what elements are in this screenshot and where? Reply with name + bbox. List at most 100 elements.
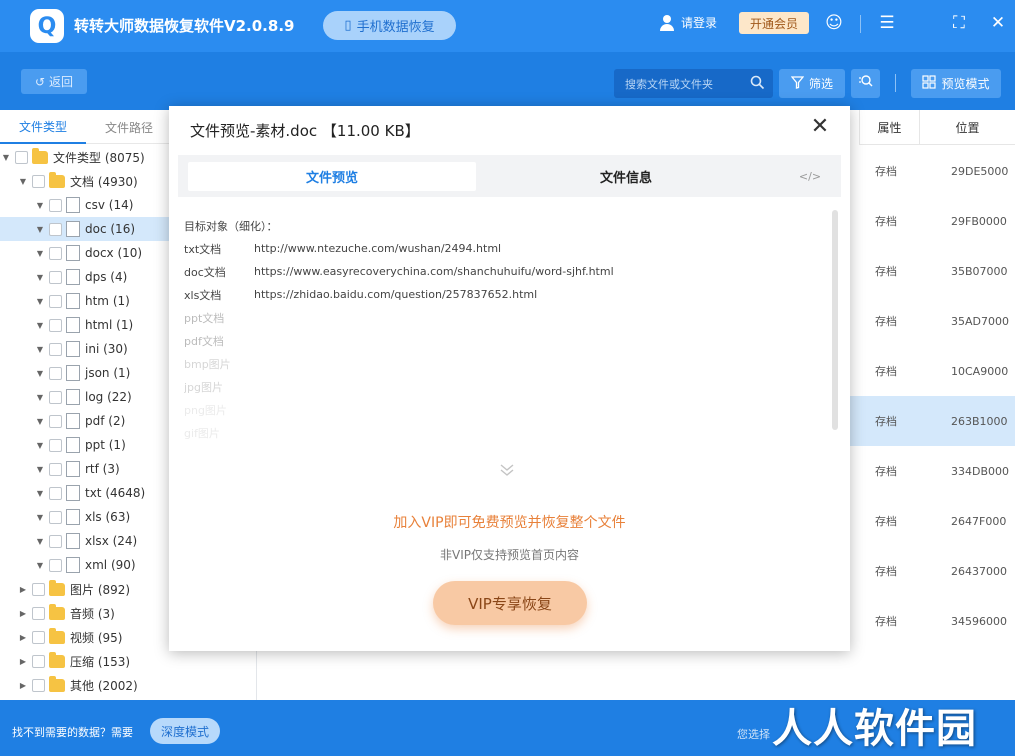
folder-checkbox[interactable] bbox=[32, 606, 45, 620]
folder-checkbox[interactable] bbox=[32, 582, 45, 596]
chevron-down-icon[interactable]: ▼ bbox=[34, 465, 46, 474]
chevron-down-icon[interactable]: ▼ bbox=[34, 273, 46, 282]
chevron-down-icon[interactable]: ▼ bbox=[34, 225, 46, 234]
deep-mode-button[interactable]: 深度模式 bbox=[150, 718, 220, 744]
root-checkbox[interactable] bbox=[15, 150, 28, 164]
folder-checkbox[interactable] bbox=[32, 654, 45, 668]
item-checkbox[interactable] bbox=[49, 510, 62, 524]
chevron-down-icon[interactable]: ▼ bbox=[34, 441, 46, 450]
chevron-down-icon[interactable]: ▼ bbox=[0, 153, 12, 162]
chevron-down-icon[interactable]: ▼ bbox=[34, 249, 46, 258]
chevron-right-icon[interactable]: ▶ bbox=[17, 633, 29, 642]
preview-line: jpg图片 bbox=[184, 375, 824, 398]
dialog-tabs: 文件预览 文件信息 </> bbox=[178, 155, 841, 197]
preview-scrollbar[interactable] bbox=[832, 210, 838, 430]
search-input[interactable]: 搜索文件或文件夹 bbox=[614, 69, 773, 98]
preview-line-key: doc文档 bbox=[184, 265, 226, 279]
tree-node-label: 文档 (4930) bbox=[70, 174, 138, 189]
tree-node-label: pdf (2) bbox=[85, 414, 126, 428]
chevron-right-icon[interactable]: ▶ bbox=[17, 681, 29, 690]
column-header-attr[interactable]: 属性 bbox=[859, 110, 919, 145]
column-header-position[interactable]: 位置 bbox=[919, 110, 1015, 145]
tree-node-label: 压缩 (153) bbox=[70, 654, 131, 669]
chevron-down-icon[interactable]: ▼ bbox=[34, 297, 46, 306]
xls-file-icon bbox=[66, 509, 80, 525]
item-checkbox[interactable] bbox=[49, 462, 62, 476]
folder-checkbox[interactable] bbox=[32, 678, 45, 692]
open-vip-button[interactable]: 开通会员 bbox=[739, 12, 809, 34]
maximize-icon[interactable]: ⛶ bbox=[948, 12, 970, 34]
chevron-right-icon[interactable]: ▶ bbox=[17, 585, 29, 594]
position-cell: 26437000 bbox=[951, 564, 1007, 578]
app-logo-icon: Q bbox=[30, 9, 64, 43]
tab-file-type[interactable]: 文件类型 bbox=[0, 110, 86, 144]
login-button[interactable]: 请登录 bbox=[659, 14, 717, 31]
item-checkbox[interactable] bbox=[49, 486, 62, 500]
tab-code-view[interactable]: </> bbox=[790, 162, 830, 191]
chevron-down-icon[interactable]: ▼ bbox=[34, 345, 46, 354]
chevron-down-icon[interactable]: ▼ bbox=[34, 321, 46, 330]
advanced-search-icon bbox=[858, 74, 873, 93]
chevron-down-icon[interactable]: ▼ bbox=[34, 417, 46, 426]
tree-node-folder[interactable]: ▶ 其他 (2002) bbox=[0, 673, 257, 697]
csv-file-icon bbox=[66, 197, 80, 213]
back-button[interactable]: ↺ 返回 bbox=[21, 69, 87, 94]
chevron-down-icon[interactable]: ▼ bbox=[34, 201, 46, 210]
item-checkbox[interactable] bbox=[49, 246, 62, 260]
docs-checkbox[interactable] bbox=[32, 174, 45, 188]
item-checkbox[interactable] bbox=[49, 534, 62, 548]
chevron-down-icon[interactable]: ▼ bbox=[34, 369, 46, 378]
preview-line: pdf文档 bbox=[184, 329, 824, 352]
folder-checkbox[interactable] bbox=[32, 630, 45, 644]
item-checkbox[interactable] bbox=[49, 222, 62, 236]
close-icon[interactable]: ✕ bbox=[987, 12, 1009, 34]
menu-icon[interactable]: ☰ bbox=[876, 12, 898, 34]
dialog-title: 文件预览-素材.doc 【11.00 KB】 bbox=[190, 122, 420, 140]
watermark-text: 人人软件园 bbox=[772, 706, 977, 752]
tree-node-label: ppt (1) bbox=[85, 438, 126, 452]
chevron-right-icon[interactable]: ▶ bbox=[17, 609, 29, 618]
advanced-search-button[interactable] bbox=[851, 69, 880, 98]
chevron-down-icon[interactable]: ▼ bbox=[34, 513, 46, 522]
filter-button[interactable]: 筛选 bbox=[779, 69, 845, 98]
item-checkbox[interactable] bbox=[49, 294, 62, 308]
close-icon[interactable]: ✕ bbox=[809, 116, 831, 138]
item-checkbox[interactable] bbox=[49, 342, 62, 356]
tree-node-folder[interactable]: ▶ 压缩 (153) bbox=[0, 649, 257, 673]
preview-line-url: http://www.ntezuche.com/wushan/2494.html bbox=[254, 242, 502, 255]
item-checkbox[interactable] bbox=[49, 198, 62, 212]
tree-node-label: txt (4648) bbox=[85, 486, 146, 500]
attr-cell: 存档 bbox=[875, 265, 897, 278]
preview-line-key: pdf文档 bbox=[184, 334, 224, 348]
item-checkbox[interactable] bbox=[49, 270, 62, 284]
tab-file-path[interactable]: 文件路径 bbox=[86, 110, 172, 144]
chevron-down-icon[interactable]: ▼ bbox=[34, 393, 46, 402]
item-checkbox[interactable] bbox=[49, 414, 62, 428]
chevron-down-icon[interactable]: ▼ bbox=[34, 561, 46, 570]
tree-node-label: dps (4) bbox=[85, 270, 128, 284]
preview-mode-button[interactable]: 预览模式 bbox=[911, 69, 1001, 98]
folder-icon bbox=[49, 627, 65, 644]
item-checkbox[interactable] bbox=[49, 558, 62, 572]
nonvip-message: 非VIP仅支持预览首页内容 bbox=[440, 548, 579, 562]
item-checkbox[interactable] bbox=[49, 318, 62, 332]
chevron-down-icon[interactable]: ▼ bbox=[17, 177, 29, 186]
mobile-recovery-button[interactable]: ▯ 手机数据恢复 bbox=[323, 11, 456, 40]
preview-line: xls文档 https://zhidao.baidu.com/question/2… bbox=[184, 283, 824, 306]
chevron-down-icon[interactable]: ▼ bbox=[34, 537, 46, 546]
tab-file-preview[interactable]: 文件预览 bbox=[188, 162, 476, 191]
folder-icon bbox=[49, 651, 65, 668]
search-icon[interactable] bbox=[750, 75, 765, 93]
docx-file-icon bbox=[66, 245, 80, 261]
support-icon[interactable]: ☺ bbox=[823, 12, 845, 34]
tree-node-label: html (1) bbox=[85, 318, 134, 332]
chevron-right-icon[interactable]: ▶ bbox=[17, 657, 29, 666]
item-checkbox[interactable] bbox=[49, 366, 62, 380]
tree-node-label: log (22) bbox=[85, 390, 132, 404]
vip-recover-button[interactable]: VIP专享恢复 bbox=[433, 581, 587, 625]
chevron-down-icon[interactable]: ▼ bbox=[34, 489, 46, 498]
item-checkbox[interactable] bbox=[49, 390, 62, 404]
tab-file-info[interactable]: 文件信息 bbox=[494, 162, 758, 191]
item-checkbox[interactable] bbox=[49, 438, 62, 452]
title-divider bbox=[860, 15, 861, 33]
